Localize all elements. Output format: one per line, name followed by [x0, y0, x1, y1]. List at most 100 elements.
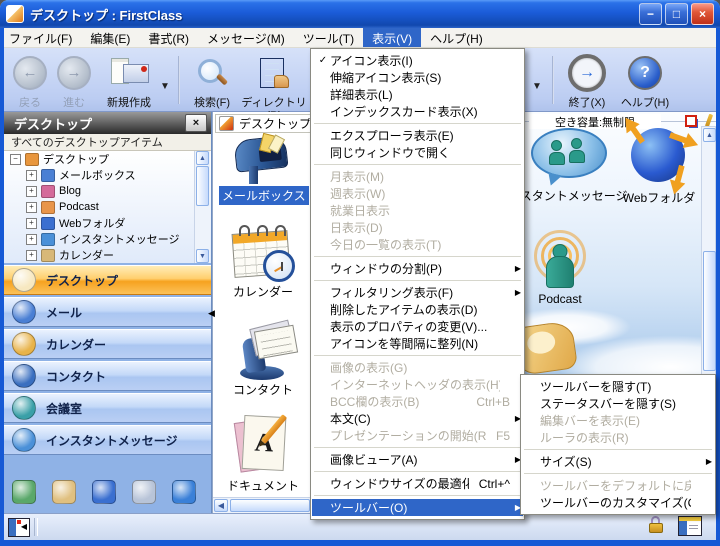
menubar-item[interactable]: 編集(E) — [81, 28, 139, 47]
menubar-item[interactable]: メッセージ(M) — [198, 28, 294, 47]
help-button[interactable]: ? ヘルプ(H) — [618, 55, 672, 110]
new-button[interactable]: 新規作成 — [100, 55, 158, 110]
menu-item[interactable]: アイコンを等間隔に整列(N) — [312, 335, 523, 352]
panel-collapse-icon[interactable]: ◀ — [208, 308, 215, 319]
panel-header[interactable]: デスクトップ × — [4, 112, 211, 134]
sidebar-nav-item[interactable]: デスクトップ — [4, 265, 211, 295]
tree-item[interactable]: + インスタントメッセージ — [4, 231, 211, 247]
tree-expander[interactable]: + — [26, 202, 37, 213]
search-button[interactable]: 検索(F) — [186, 55, 238, 110]
tree-expander[interactable]: − — [10, 154, 21, 165]
menu-item[interactable]: 画像の表示(G) — [312, 359, 523, 376]
tree-expander[interactable]: + — [26, 186, 37, 197]
tree-item[interactable]: + Blog — [4, 183, 211, 199]
menu-item[interactable]: 画像ビューア(A) ▶ — [312, 451, 523, 468]
menu-item[interactable]: ツールバーをデフォルトに戻す(T) — [522, 477, 714, 494]
menu-item[interactable]: エクスプローラ表示(E) — [312, 127, 523, 144]
shortcut-icon[interactable] — [132, 480, 156, 504]
desktop-item-podcast[interactable]: Podcast — [525, 230, 595, 308]
desktop-item-label[interactable]: メールボックス — [219, 186, 309, 205]
scroll-left-icon[interactable]: ◀ — [214, 499, 228, 512]
menu-item[interactable]: 週表示(W) — [312, 185, 523, 202]
tree-item[interactable]: + メールボックス — [4, 167, 211, 183]
menu-item[interactable]: 編集バーを表示(E) — [522, 412, 714, 429]
menu-item[interactable]: 今日の一覧の表示(T) — [312, 236, 523, 253]
tree-item[interactable]: + Podcast — [4, 199, 211, 215]
tree-expander[interactable]: + — [26, 170, 37, 181]
desktop-item-label[interactable]: Webフォルダ — [620, 188, 698, 207]
menu-item[interactable]: ステータスバーを隠す(S) — [522, 395, 714, 412]
scroll-up-icon[interactable]: ▲ — [196, 151, 209, 165]
menu-item[interactable]: 月表示(M) — [312, 168, 523, 185]
scroll-down-icon[interactable]: ▼ — [196, 249, 209, 263]
menu-item[interactable]: ルーラの表示(R) — [522, 429, 714, 446]
desktop-item-document[interactable]: A ドキュメント — [219, 412, 307, 495]
shortcut-icon[interactable] — [12, 480, 36, 504]
tree-item[interactable]: + カレンダー — [4, 247, 211, 263]
menu-item[interactable]: インターネットヘッダの表示(H) — [312, 376, 523, 393]
shortcut-icon[interactable] — [172, 480, 196, 504]
desktop-item-label[interactable]: コンタクト — [230, 380, 296, 399]
tree-expander[interactable]: + — [26, 234, 37, 245]
desktop-item-contact[interactable]: コンタクト — [219, 318, 307, 399]
scroll-up-icon[interactable]: ▲ — [703, 128, 716, 142]
desktop-item-label[interactable]: Podcast — [535, 291, 584, 307]
panel-close-button[interactable]: × — [185, 114, 207, 132]
panel-toggle-icon[interactable]: ◀ — [8, 518, 30, 537]
scroll-icon[interactable] — [521, 320, 578, 376]
tree-expander[interactable]: + — [26, 218, 37, 229]
desktop-item-label[interactable]: ドキュメント — [224, 476, 302, 495]
menu-item[interactable]: サイズ(S) ▶ — [522, 453, 714, 470]
menu-item[interactable]: ツールバーのカスタマイズ(C)... — [522, 494, 714, 511]
horizontal-scroll-thumb[interactable] — [230, 499, 310, 512]
menubar-item[interactable]: ツール(T) — [294, 28, 363, 47]
maximize-button[interactable]: □ — [665, 3, 688, 25]
menu-item[interactable]: 就業日表示 — [312, 202, 523, 219]
sidebar-nav-item[interactable]: メール — [4, 297, 211, 327]
desktop-item-label[interactable]: カレンダー — [230, 282, 296, 301]
menu-item[interactable]: 詳細表示(L) — [312, 86, 523, 103]
menu-item[interactable]: 伸縮アイコン表示(S) — [312, 69, 523, 86]
menu-item[interactable]: ツールバーを隠す(T) — [522, 378, 714, 395]
layout-icon[interactable] — [678, 516, 702, 536]
toolbar-dropdown-icon[interactable]: ▼ — [532, 81, 542, 92]
menu-item[interactable]: インデックスカード表示(X) — [312, 103, 523, 120]
sidebar-nav-item[interactable]: インスタントメッセージ — [4, 425, 211, 455]
titlebar[interactable]: デスクトップ : FirstClass − □ × — [0, 0, 720, 28]
menubar-item[interactable]: ファイル(F) — [0, 28, 81, 47]
vertical-scroll-thumb[interactable] — [703, 251, 716, 371]
menu-item[interactable]: フィルタリング表示(F) ▶ — [312, 284, 523, 301]
menu-item[interactable]: 削除したアイテムの表示(D) — [312, 301, 523, 318]
tree-scroll-thumb[interactable] — [196, 166, 209, 206]
menu-item[interactable]: プレゼンテーションの開始(R) F5 — [312, 427, 523, 444]
menu-item[interactable]: 同じウィンドウで開く — [312, 144, 523, 161]
menu-item[interactable]: ウィンドウサイズの最適化(Z) Ctrl+^ — [312, 475, 523, 492]
tree-item[interactable]: + Webフォルダ — [4, 215, 211, 231]
menubar-item[interactable]: ヘルプ(H) — [421, 28, 492, 47]
shortcut-icon[interactable] — [52, 480, 76, 504]
sidebar-nav-item[interactable]: カレンダー — [4, 329, 211, 359]
exit-button[interactable]: → 終了(X) — [562, 55, 612, 110]
menu-item[interactable]: 本文(C) ▶ — [312, 410, 523, 427]
forward-button[interactable]: → 進む — [52, 55, 96, 110]
desktop-item-webfolder[interactable]: Webフォルダ — [609, 122, 709, 207]
tree-item[interactable]: − デスクトップ — [4, 151, 211, 167]
menubar-item[interactable]: 表示(V) — [363, 28, 421, 47]
sidebar-nav-item[interactable]: コンタクト — [4, 361, 211, 391]
new-dropdown-icon[interactable]: ▼ — [160, 81, 170, 92]
close-button[interactable]: × — [691, 3, 714, 25]
desktop-item-mailbox[interactable]: メールボックス — [219, 128, 307, 205]
menu-item[interactable]: BCC欄の表示(B) Ctrl+B — [312, 393, 523, 410]
tree-scrollbar[interactable]: ▲ ▼ — [194, 151, 210, 263]
menu-item[interactable]: ✓ アイコン表示(I) — [312, 52, 523, 69]
shortcut-icon[interactable] — [92, 480, 116, 504]
desktop-item-calendar[interactable]: カレンダー — [219, 224, 307, 301]
menubar-item[interactable]: 書式(R) — [139, 28, 198, 47]
sidebar-nav-item[interactable]: 会議室 — [4, 393, 211, 423]
back-button[interactable]: ← 戻る — [8, 55, 52, 110]
menu-item[interactable]: 日表示(D) — [312, 219, 523, 236]
menu-item[interactable]: 表示のプロパティの変更(V)... — [312, 318, 523, 335]
desktop-item-im[interactable]: インスタントメッセージ — [521, 126, 617, 205]
tree-expander[interactable]: + — [26, 250, 37, 261]
menu-item[interactable]: ウィンドウの分割(P) ▶ — [312, 260, 523, 277]
